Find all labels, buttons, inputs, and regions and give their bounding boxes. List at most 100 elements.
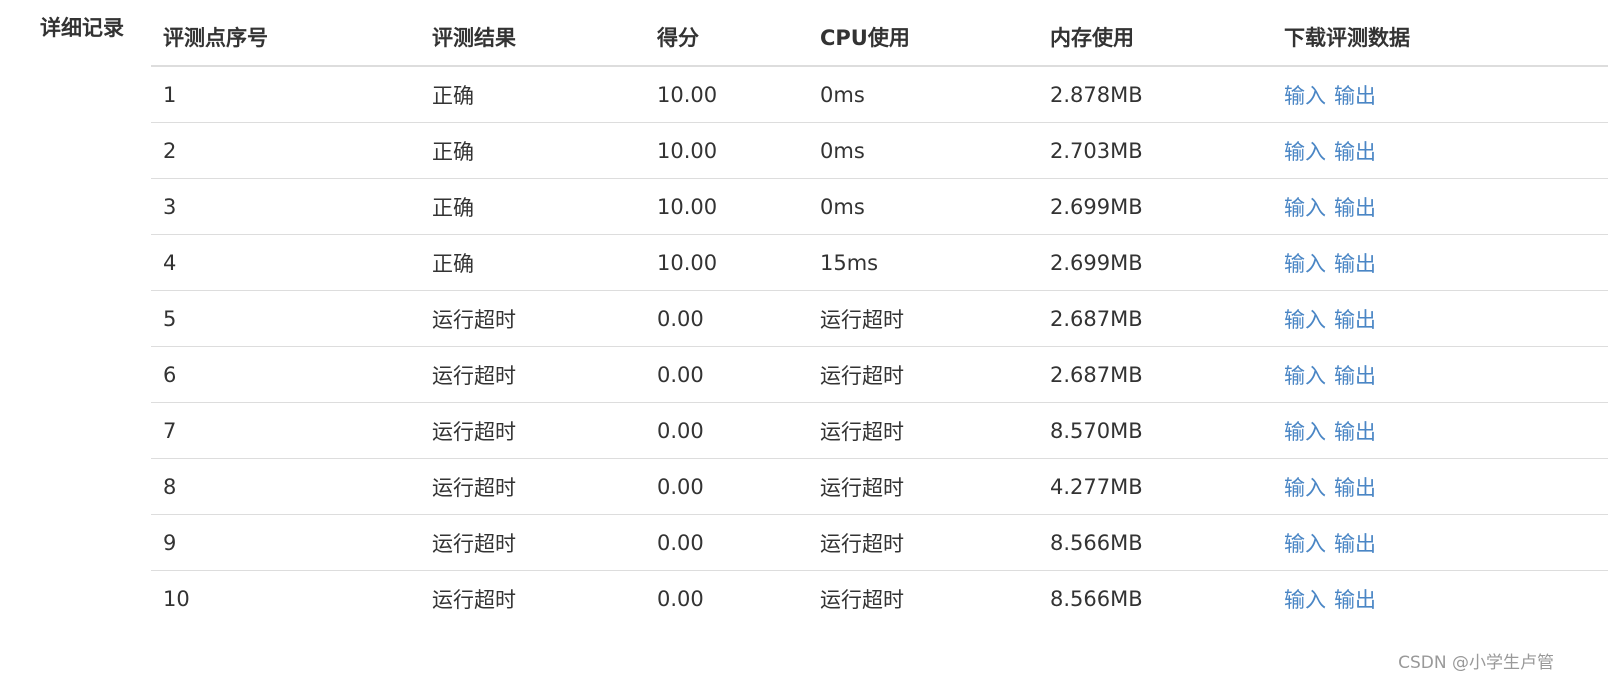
table-body: 1 正确 10.00 0ms 2.878MB 输入 输出 2 正确 10.00 0ms 2.703MB… <box>151 67 1608 627</box>
cell-index: 2 <box>163 138 177 163</box>
cell-memory: 8.566MB <box>1050 530 1143 555</box>
header-memory: 内存使用 <box>1050 26 1134 50</box>
header-index: 评测点序号 <box>163 26 268 50</box>
cell-score: 10.00 <box>657 138 718 163</box>
table-row: 6 运行超时 0.00 运行超时 2.687MB 输入 输出 <box>151 347 1608 403</box>
download-input-link[interactable]: 输入 <box>1284 416 1326 446</box>
download-output-link[interactable]: 输出 <box>1334 304 1376 334</box>
cell-download: 输入 输出 <box>1284 291 1376 346</box>
download-output-link[interactable]: 输出 <box>1334 416 1376 446</box>
cell-score: 0.00 <box>657 474 704 499</box>
cell-score: 10.00 <box>657 194 718 219</box>
cell-download: 输入 输出 <box>1284 347 1376 402</box>
cell-download: 输入 输出 <box>1284 179 1376 234</box>
download-input-link[interactable]: 输入 <box>1284 304 1326 334</box>
cell-score: 0.00 <box>657 418 704 443</box>
cell-result: 运行超时 <box>432 307 516 332</box>
cell-memory: 4.277MB <box>1050 474 1143 499</box>
cell-memory: 2.703MB <box>1050 138 1143 163</box>
cell-cpu: 15ms <box>820 250 879 275</box>
table-row: 10 运行超时 0.00 运行超时 8.566MB 输入 输出 <box>151 571 1608 627</box>
cell-cpu: 运行超时 <box>820 531 904 556</box>
cell-cpu: 0ms <box>820 194 865 219</box>
cell-result: 正确 <box>432 251 474 276</box>
cell-index: 9 <box>163 530 177 555</box>
cell-result: 运行超时 <box>432 475 516 500</box>
cell-score: 0.00 <box>657 362 704 387</box>
cell-cpu: 运行超时 <box>820 588 904 612</box>
download-output-link[interactable]: 输出 <box>1334 584 1376 614</box>
cell-memory: 8.566MB <box>1050 587 1143 611</box>
table-row: 8 运行超时 0.00 运行超时 4.277MB 输入 输出 <box>151 459 1608 515</box>
download-output-link[interactable]: 输出 <box>1334 192 1376 222</box>
header-result: 评测结果 <box>432 26 516 50</box>
page: 详细记录 评测点序号 评测结果 得分 CPU使用 内存使用 下载评测数据 1 正确… <box>0 0 1608 685</box>
download-input-link[interactable]: 输入 <box>1284 248 1326 278</box>
cell-index: 5 <box>163 306 177 331</box>
cell-cpu: 运行超时 <box>820 307 904 332</box>
download-input-link[interactable]: 输入 <box>1284 472 1326 502</box>
cell-result: 运行超时 <box>432 419 516 444</box>
cell-memory: 2.699MB <box>1050 250 1143 275</box>
cell-download: 输入 输出 <box>1284 403 1376 458</box>
cell-result: 正确 <box>432 83 474 108</box>
download-output-link[interactable]: 输出 <box>1334 472 1376 502</box>
results-table: 评测点序号 评测结果 得分 CPU使用 内存使用 下载评测数据 1 正确 10.00… <box>151 9 1608 627</box>
table-row: 9 运行超时 0.00 运行超时 8.566MB 输入 输出 <box>151 515 1608 571</box>
cell-index: 7 <box>163 418 177 443</box>
cell-memory: 2.878MB <box>1050 82 1143 107</box>
download-input-link[interactable]: 输入 <box>1284 80 1326 110</box>
cell-index: 8 <box>163 474 177 499</box>
section-label: 详细记录 <box>40 16 124 40</box>
cell-download: 输入 输出 <box>1284 123 1376 178</box>
table-row: 2 正确 10.00 0ms 2.703MB 输入 输出 <box>151 123 1608 179</box>
cell-cpu: 0ms <box>820 138 865 163</box>
table-header-row: 评测点序号 评测结果 得分 CPU使用 内存使用 下载评测数据 <box>151 9 1608 67</box>
download-output-link[interactable]: 输出 <box>1334 360 1376 390</box>
cell-memory: 2.687MB <box>1050 306 1143 331</box>
table-row: 3 正确 10.00 0ms 2.699MB 输入 输出 <box>151 179 1608 235</box>
cell-index: 10 <box>163 587 190 611</box>
download-input-link[interactable]: 输入 <box>1284 360 1326 390</box>
download-input-link[interactable]: 输入 <box>1284 192 1326 222</box>
cell-score: 10.00 <box>657 250 718 275</box>
download-output-link[interactable]: 输出 <box>1334 80 1376 110</box>
cell-cpu: 运行超时 <box>820 475 904 500</box>
cell-score: 0.00 <box>657 587 704 611</box>
download-output-link[interactable]: 输出 <box>1334 248 1376 278</box>
cell-result: 运行超时 <box>432 531 516 556</box>
cell-result: 运行超时 <box>432 363 516 388</box>
table-row: 5 运行超时 0.00 运行超时 2.687MB 输入 输出 <box>151 291 1608 347</box>
header-download: 下载评测数据 <box>1284 26 1410 50</box>
cell-download: 输入 输出 <box>1284 235 1376 290</box>
cell-download: 输入 输出 <box>1284 515 1376 570</box>
table-row: 7 运行超时 0.00 运行超时 8.570MB 输入 输出 <box>151 403 1608 459</box>
cell-index: 1 <box>163 82 177 107</box>
table-row: 4 正确 10.00 15ms 2.699MB 输入 输出 <box>151 235 1608 291</box>
cell-cpu: 运行超时 <box>820 419 904 444</box>
header-cpu: CPU使用 <box>820 26 910 50</box>
cell-download: 输入 输出 <box>1284 67 1376 122</box>
cell-index: 6 <box>163 362 177 387</box>
download-input-link[interactable]: 输入 <box>1284 136 1326 166</box>
table-row: 1 正确 10.00 0ms 2.878MB 输入 输出 <box>151 67 1608 123</box>
download-output-link[interactable]: 输出 <box>1334 528 1376 558</box>
download-input-link[interactable]: 输入 <box>1284 528 1326 558</box>
download-output-link[interactable]: 输出 <box>1334 136 1376 166</box>
cell-cpu: 0ms <box>820 82 865 107</box>
cell-memory: 2.687MB <box>1050 362 1143 387</box>
cell-index: 4 <box>163 250 177 275</box>
cell-result: 运行超时 <box>432 588 516 612</box>
download-input-link[interactable]: 输入 <box>1284 584 1326 614</box>
header-score: 得分 <box>657 26 699 50</box>
cell-result: 正确 <box>432 139 474 164</box>
cell-cpu: 运行超时 <box>820 363 904 388</box>
cell-memory: 2.699MB <box>1050 194 1143 219</box>
cell-result: 正确 <box>432 195 474 220</box>
cell-index: 3 <box>163 194 177 219</box>
watermark: CSDN @小学生卢管 <box>1398 653 1554 673</box>
cell-score: 0.00 <box>657 306 704 331</box>
cell-download: 输入 输出 <box>1284 571 1376 627</box>
cell-memory: 8.570MB <box>1050 418 1143 443</box>
cell-score: 10.00 <box>657 82 718 107</box>
